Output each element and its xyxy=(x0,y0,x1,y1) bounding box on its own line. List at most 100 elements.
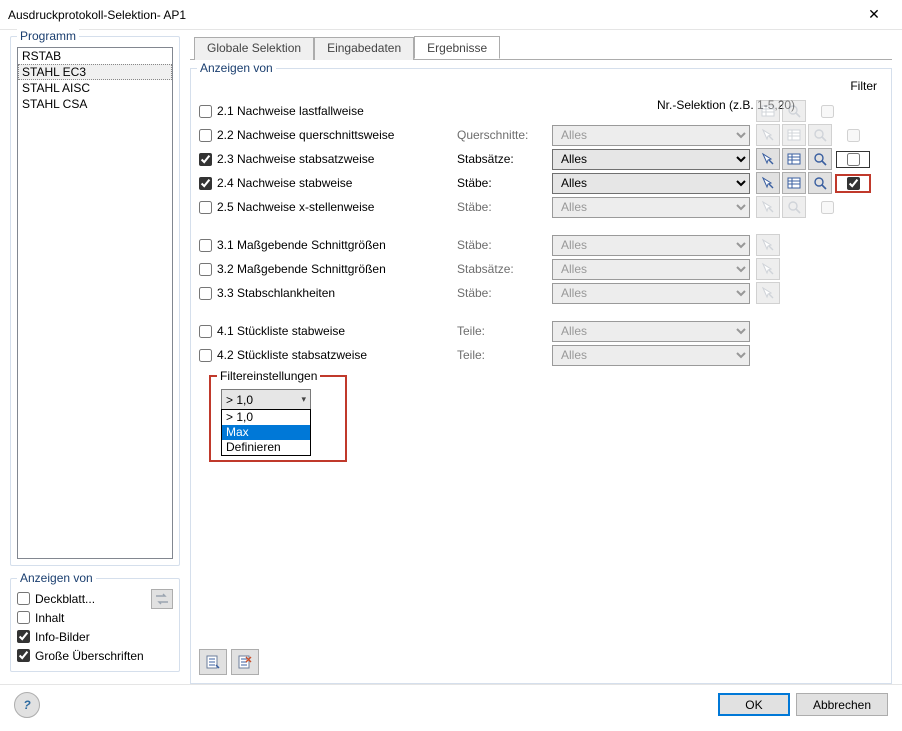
pick-icon-button[interactable] xyxy=(756,282,780,304)
zoom-icon-button[interactable] xyxy=(808,172,832,194)
list-icon-button[interactable] xyxy=(782,172,806,194)
program-item[interactable]: RSTAB xyxy=(18,48,172,64)
row-category-label: Stäbe: xyxy=(457,200,552,214)
tab[interactable]: Ergebnisse xyxy=(414,36,500,59)
program-item[interactable]: STAHL EC3 xyxy=(18,64,172,80)
result-row: 3.3 StabschlankheitenStäbe:Alles xyxy=(199,281,883,305)
program-label: Programm xyxy=(17,29,79,43)
program-group: Programm RSTABSTAHL EC3STAHL AISCSTAHL C… xyxy=(10,36,180,566)
program-item[interactable]: STAHL AISC xyxy=(18,80,172,96)
result-row: 4.1 Stückliste stabweiseTeile:Alles xyxy=(199,319,883,343)
row-select[interactable]: Alles xyxy=(552,259,750,280)
pick-icon-button[interactable] xyxy=(756,124,780,146)
list-icon-button[interactable] xyxy=(782,148,806,170)
window-title: Ausdruckprotokoll-Selektion- AP1 xyxy=(8,8,854,22)
toolbar-btn-1[interactable] xyxy=(199,649,227,675)
swap-button[interactable] xyxy=(151,589,173,609)
chevron-down-icon: ▾ xyxy=(301,394,306,405)
row-checkbox[interactable] xyxy=(199,349,212,362)
results-panel: Anzeigen von Filter Nr.-Selektion (z.B. … xyxy=(190,68,892,684)
pick-icon-button[interactable] xyxy=(756,148,780,170)
info-row: Info-Bilder xyxy=(17,627,173,646)
row-category-label: Teile: xyxy=(457,324,552,338)
row-label: 3.1 Maßgebende Schnittgrößen xyxy=(217,238,457,252)
filter-dropdown[interactable]: > 1,0MaxDefinieren xyxy=(221,409,311,456)
row-checkbox[interactable] xyxy=(199,325,212,338)
cancel-button[interactable]: Abbrechen xyxy=(796,693,888,716)
row-label: 2.5 Nachweise x-stellenweise xyxy=(217,200,457,214)
zoom-icon-button[interactable] xyxy=(782,100,806,122)
row-checkbox[interactable] xyxy=(199,129,212,142)
filter-checkbox[interactable] xyxy=(847,177,860,190)
result-row: 3.1 Maßgebende SchnittgrößenStäbe:Alles xyxy=(199,233,883,257)
zoom-icon-button[interactable] xyxy=(808,148,832,170)
help-button[interactable]: ? xyxy=(14,692,40,718)
big-row: Große Überschriften xyxy=(17,646,173,665)
zoom-icon-button[interactable] xyxy=(808,124,832,146)
content-row: Inhalt xyxy=(17,608,173,627)
ok-button[interactable]: OK xyxy=(718,693,790,716)
program-item[interactable]: STAHL CSA xyxy=(18,96,172,112)
row-checkbox[interactable] xyxy=(199,105,212,118)
row-select[interactable]: Alles xyxy=(552,283,750,304)
big-checkbox[interactable] xyxy=(17,649,30,662)
list-icon-button[interactable] xyxy=(756,100,780,122)
pick-icon-button[interactable] xyxy=(756,234,780,256)
row-select[interactable]: Alles xyxy=(552,197,750,218)
cover-label: Deckblatt... xyxy=(35,592,95,606)
row-checkbox[interactable] xyxy=(199,201,212,214)
row-select[interactable]: Alles xyxy=(552,149,750,170)
row-category-label: Teile: xyxy=(457,348,552,362)
cover-row: Deckblatt... xyxy=(17,589,173,608)
filter-select[interactable]: > 1,0 ▾ xyxy=(221,389,311,410)
zoom-icon-button[interactable] xyxy=(782,196,806,218)
row-select[interactable]: Alles xyxy=(552,173,750,194)
row-select[interactable]: Alles xyxy=(552,125,750,146)
row-label: 2.2 Nachweise querschnittsweise xyxy=(217,128,457,142)
result-row: 2.4 Nachweise stabweiseStäbe:Alles xyxy=(199,171,883,195)
panel-title: Anzeigen von xyxy=(197,61,276,75)
pick-icon-button[interactable] xyxy=(756,172,780,194)
program-list[interactable]: RSTABSTAHL EC3STAHL AISCSTAHL CSA xyxy=(17,47,173,559)
row-checkbox[interactable] xyxy=(199,287,212,300)
info-checkbox[interactable] xyxy=(17,630,30,643)
footer: ? OK Abbrechen xyxy=(0,684,902,724)
filter-option[interactable]: > 1,0 xyxy=(222,410,310,425)
row-checkbox[interactable] xyxy=(199,239,212,252)
filter-checkbox xyxy=(847,129,860,142)
row-checkbox[interactable] xyxy=(199,263,212,276)
row-category-label: Stäbe: xyxy=(457,176,552,190)
pick-icon-button[interactable] xyxy=(756,258,780,280)
anzeigen-label: Anzeigen von xyxy=(17,571,96,585)
row-select[interactable]: Alles xyxy=(552,235,750,256)
content-checkbox[interactable] xyxy=(17,611,30,624)
row-label: 3.2 Maßgebende Schnittgrößen xyxy=(217,262,457,276)
row-label: 4.1 Stückliste stabweise xyxy=(217,324,457,338)
filter-option[interactable]: Max xyxy=(222,425,310,440)
filter-settings-box: Filtereinstellungen > 1,0 ▾ > 1,0MaxDefi… xyxy=(209,375,347,462)
left-column: Programm RSTABSTAHL EC3STAHL AISCSTAHL C… xyxy=(10,36,180,684)
row-checkbox[interactable] xyxy=(199,177,212,190)
filter-checkbox xyxy=(821,201,834,214)
row-category-label: Stäbe: xyxy=(457,286,552,300)
close-button[interactable]: ✕ xyxy=(854,1,894,29)
list-icon-button[interactable] xyxy=(782,124,806,146)
filter-option[interactable]: Definieren xyxy=(222,440,310,455)
tab[interactable]: Globale Selektion xyxy=(194,37,314,60)
row-select[interactable]: Alles xyxy=(552,345,750,366)
row-label: 2.3 Nachweise stabsatzweise xyxy=(217,152,457,166)
big-label: Große Überschriften xyxy=(35,649,144,663)
row-label: 2.1 Nachweise lastfallweise xyxy=(217,104,457,118)
row-category-label: Stabsätze: xyxy=(457,152,552,166)
pick-icon-button[interactable] xyxy=(756,196,780,218)
result-row: 2.3 Nachweise stabsatzweiseStabsätze:All… xyxy=(199,147,883,171)
row-category-label: Querschnitte: xyxy=(457,128,552,142)
row-select[interactable]: Alles xyxy=(552,321,750,342)
row-checkbox[interactable] xyxy=(199,153,212,166)
filter-checkbox[interactable] xyxy=(847,153,860,166)
row-label: 4.2 Stückliste stabsatzweise xyxy=(217,348,457,362)
filter-select-value: > 1,0 xyxy=(226,393,253,407)
toolbar-btn-2[interactable] xyxy=(231,649,259,675)
tab[interactable]: Eingabedaten xyxy=(314,37,414,60)
cover-checkbox[interactable] xyxy=(17,592,30,605)
